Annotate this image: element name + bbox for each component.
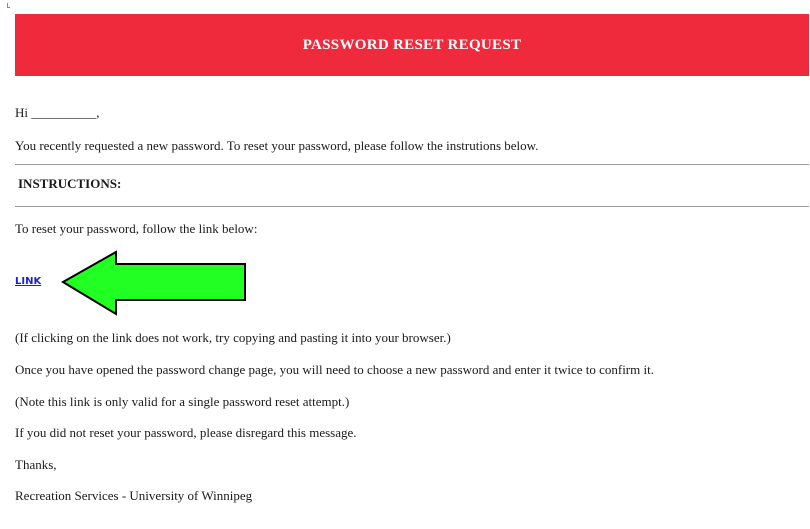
email-title: PASSWORD RESET REQUEST	[302, 37, 522, 53]
signature-text: Recreation Services - University of Winn…	[15, 488, 253, 503]
top-divider	[15, 164, 809, 165]
green-arrow-left-icon	[61, 250, 246, 316]
thanks-text: Thanks,	[15, 457, 57, 472]
disregard-text: If you did not reset your password, plea…	[15, 425, 357, 440]
instructions-heading: INSTRUCTIONS:	[18, 176, 122, 191]
bottom-divider	[15, 206, 809, 207]
fallback-text: (If clicking on the link does not work, …	[15, 330, 451, 345]
email-header-banner: PASSWORD RESET REQUEST	[15, 14, 809, 76]
greeting-text: Hi __________,	[15, 105, 100, 120]
validity-note-text: (Note this link is only valid for a sing…	[15, 394, 350, 409]
reset-link[interactable]: LINK	[15, 275, 41, 289]
corner-mark	[7, 3, 10, 8]
change-page-text: Once you have opened the password change…	[15, 362, 654, 377]
intro-text: You recently requested a new password. T…	[15, 138, 539, 153]
instructions-lead-text: To reset your password, follow the link …	[15, 221, 258, 236]
